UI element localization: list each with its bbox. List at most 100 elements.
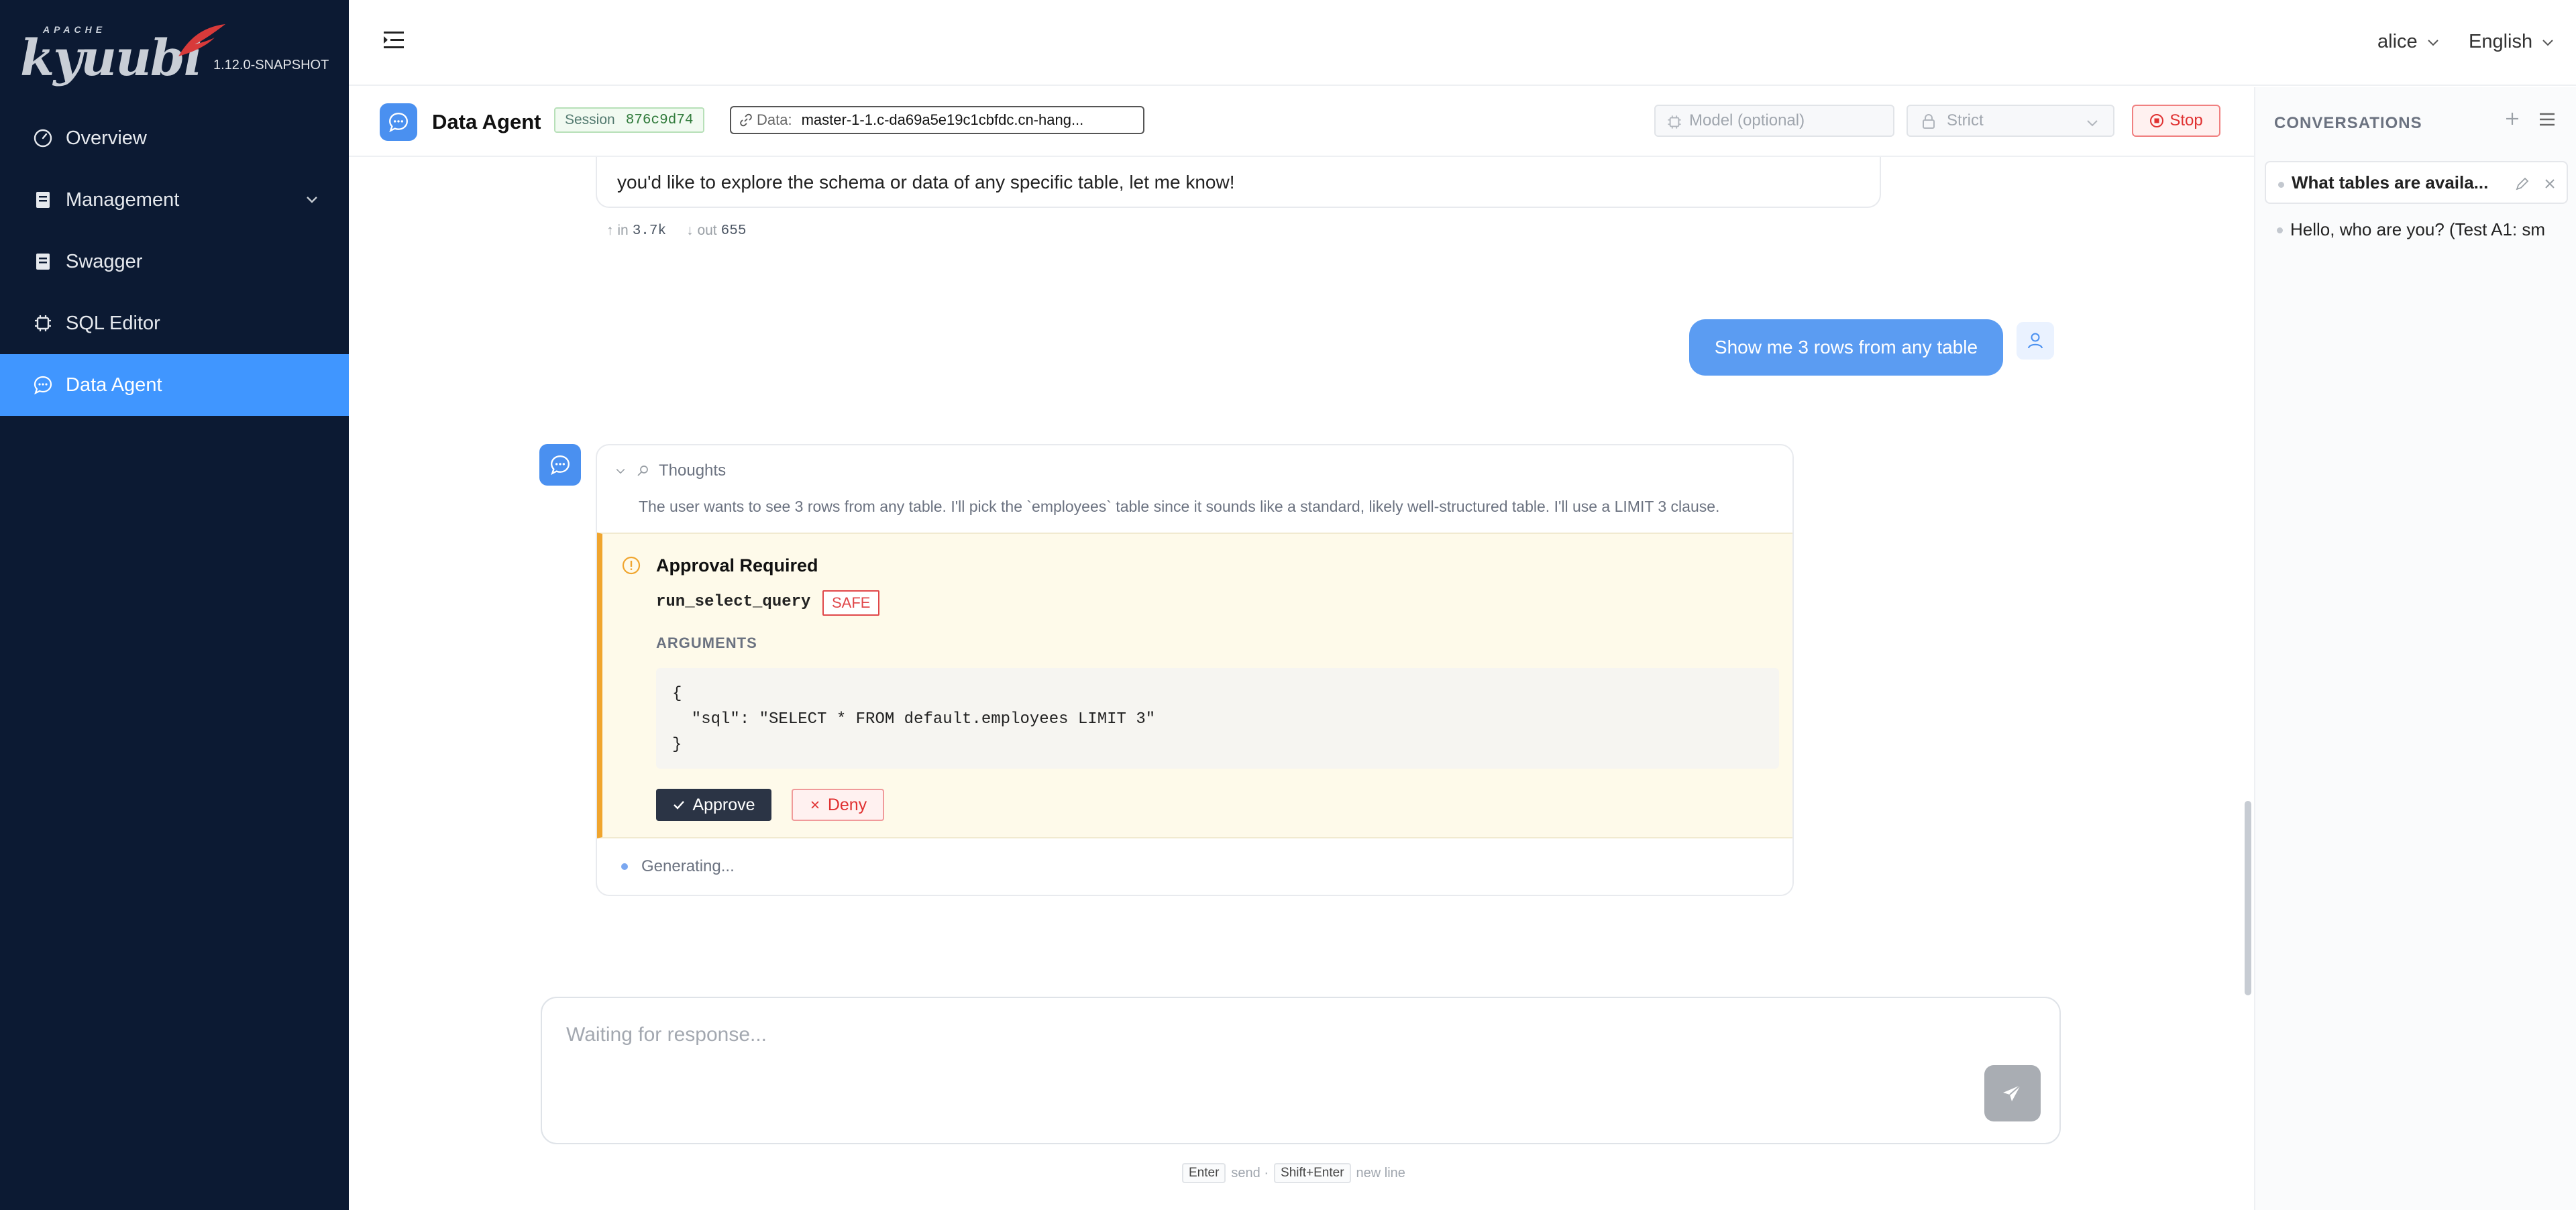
language-menu[interactable]: English xyxy=(2469,31,2555,53)
warning-icon xyxy=(622,556,641,575)
sidebar-item-label: Management xyxy=(66,188,180,211)
send-hint: send · xyxy=(1231,1165,1269,1180)
sidebar-nav: Overview Management Swagger SQL Editor D… xyxy=(0,107,349,416)
newline-hint: new line xyxy=(1356,1165,1405,1180)
chat-icon xyxy=(32,374,54,396)
edit-icon[interactable] xyxy=(2514,176,2530,192)
username: alice xyxy=(2377,31,2418,52)
check-icon xyxy=(674,801,685,810)
conversations-title: CONVERSATIONS xyxy=(2274,114,2422,132)
chat-scrollbar[interactable] xyxy=(2245,801,2251,995)
menu-toggle-icon[interactable] xyxy=(382,30,407,51)
safety-badge: SAFE xyxy=(822,590,880,616)
tool-name: run_select_query xyxy=(656,593,811,611)
sidebar-item-label: Data Agent xyxy=(66,374,162,396)
thoughts-text: The user wants to see 3 rows from any ta… xyxy=(639,498,1720,515)
feather-icon xyxy=(178,24,225,56)
enter-key-hint: Enter xyxy=(1182,1163,1226,1183)
sidebar-item-management[interactable]: Management xyxy=(0,169,349,231)
agent-logo-icon xyxy=(380,103,417,141)
close-icon[interactable] xyxy=(2542,176,2557,191)
top-bar: alice English xyxy=(349,0,2576,86)
assistant-message: you'd like to explore the schema or data… xyxy=(596,157,1881,208)
sidebar: APACHE kyuubi 1.12.0-SNAPSHOT Overview M… xyxy=(0,0,349,1210)
sidebar-item-overview[interactable]: Overview xyxy=(0,107,349,169)
conversation-item[interactable]: What tables are availa... xyxy=(2265,161,2568,204)
status-text: Generating... xyxy=(641,857,735,875)
mode-select[interactable]: Strict xyxy=(1907,105,2114,137)
chevron-down-icon xyxy=(2427,39,2438,46)
plus-icon[interactable] xyxy=(2502,109,2522,129)
chevron-down-icon xyxy=(2087,120,2098,127)
user-avatar xyxy=(2017,322,2054,360)
tokens-in-value: 3.7k xyxy=(632,223,667,239)
approve-label: Approve xyxy=(692,795,755,814)
tokens-out-value: 655 xyxy=(720,223,747,239)
language-label: English xyxy=(2469,31,2533,52)
chevron-down-icon xyxy=(307,197,317,203)
stop-label: Stop xyxy=(2169,111,2203,129)
stop-button[interactable]: Stop xyxy=(2132,105,2220,137)
sidebar-item-label: Swagger xyxy=(66,250,143,272)
document-icon xyxy=(32,189,54,211)
data-value: master-1-1.c-da69a5e19c1cbfdc.cn-hang... xyxy=(801,111,1084,128)
token-usage: ↑ in 3.7k ↓ out 655 xyxy=(606,223,762,239)
data-label: Data: xyxy=(757,111,792,128)
mode-value: Strict xyxy=(1947,111,1984,129)
search-icon xyxy=(637,465,648,476)
keyboard-hint: Enter send · Shift+Enter new line xyxy=(1182,1163,1405,1183)
deny-label: Deny xyxy=(827,795,867,814)
approve-button[interactable]: Approve xyxy=(656,789,771,821)
close-icon xyxy=(811,801,819,809)
lock-icon xyxy=(1923,114,1935,129)
sidebar-item-sql-editor[interactable]: SQL Editor xyxy=(0,292,349,354)
generating-status: Generating... xyxy=(614,857,735,876)
kyuubi-logo[interactable]: APACHE kyuubi 1.12.0-SNAPSHOT xyxy=(20,20,342,87)
user-icon xyxy=(2028,333,2043,349)
assistant-message-text: you'd like to explore the schema or data… xyxy=(617,172,1235,192)
link-icon xyxy=(740,113,752,127)
session-badge: Session 876c9d74 xyxy=(554,107,704,133)
chat-icon xyxy=(551,455,570,476)
user-message-text: Show me 3 rows from any table xyxy=(1714,337,1978,358)
shift-enter-key-hint: Shift+Enter xyxy=(1274,1163,1351,1183)
deny-button[interactable]: Deny xyxy=(792,789,884,821)
message-composer[interactable]: Waiting for response... xyxy=(541,997,2061,1144)
session-id: 876c9d74 xyxy=(625,112,694,128)
thoughts-label: Thoughts xyxy=(659,461,727,480)
send-icon xyxy=(2003,1085,2021,1101)
list-icon[interactable] xyxy=(2537,110,2557,129)
stop-icon xyxy=(2150,114,2164,127)
loading-dot xyxy=(621,863,628,870)
tokens-in-label: ↑ in xyxy=(606,223,629,238)
send-button[interactable] xyxy=(1984,1065,2041,1121)
session-label: Session xyxy=(565,112,615,127)
arguments-label: ARGUMENTS xyxy=(656,635,757,651)
user-message: Show me 3 rows from any table xyxy=(1689,319,2003,376)
sidebar-item-label: Overview xyxy=(66,127,147,149)
chevron-down-icon xyxy=(616,468,625,474)
app-version: 1.12.0-SNAPSHOT xyxy=(213,58,329,72)
sidebar-item-data-agent[interactable]: Data Agent xyxy=(0,354,349,416)
dashboard-icon xyxy=(32,127,54,149)
data-source-badge[interactable]: Data: master-1-1.c-da69a5e19c1cbfdc.cn-h… xyxy=(730,106,1144,134)
message-input[interactable]: Waiting for response... xyxy=(566,1024,767,1046)
approval-panel: Approval Required run_select_query SAFE … xyxy=(597,533,1792,838)
conversation-label: What tables are availa... xyxy=(2292,172,2489,192)
document-icon xyxy=(32,251,54,272)
agent-header: Data Agent Session 876c9d74 Data: master… xyxy=(349,87,2254,157)
model-select[interactable]: Model (optional) xyxy=(1654,105,1894,137)
chip-icon xyxy=(32,313,54,334)
conversation-item[interactable]: Hello, who are you? (Test A1: sm xyxy=(2265,208,2568,251)
user-menu[interactable]: alice xyxy=(2377,31,2440,53)
chevron-down-icon xyxy=(2542,39,2553,46)
assistant-avatar xyxy=(539,444,581,486)
page-title: Data Agent xyxy=(432,110,541,133)
assistant-response-card: Thoughts The user wants to see 3 rows fr… xyxy=(596,444,1794,896)
thoughts-toggle[interactable]: Thoughts xyxy=(614,461,726,480)
chip-icon xyxy=(1668,115,1681,129)
sidebar-item-swagger[interactable]: Swagger xyxy=(0,231,349,292)
tokens-out-label: ↓ out xyxy=(686,223,717,238)
chat-area[interactable]: you'd like to explore the schema or data… xyxy=(349,157,2254,1210)
conversation-dot xyxy=(2278,182,2284,188)
